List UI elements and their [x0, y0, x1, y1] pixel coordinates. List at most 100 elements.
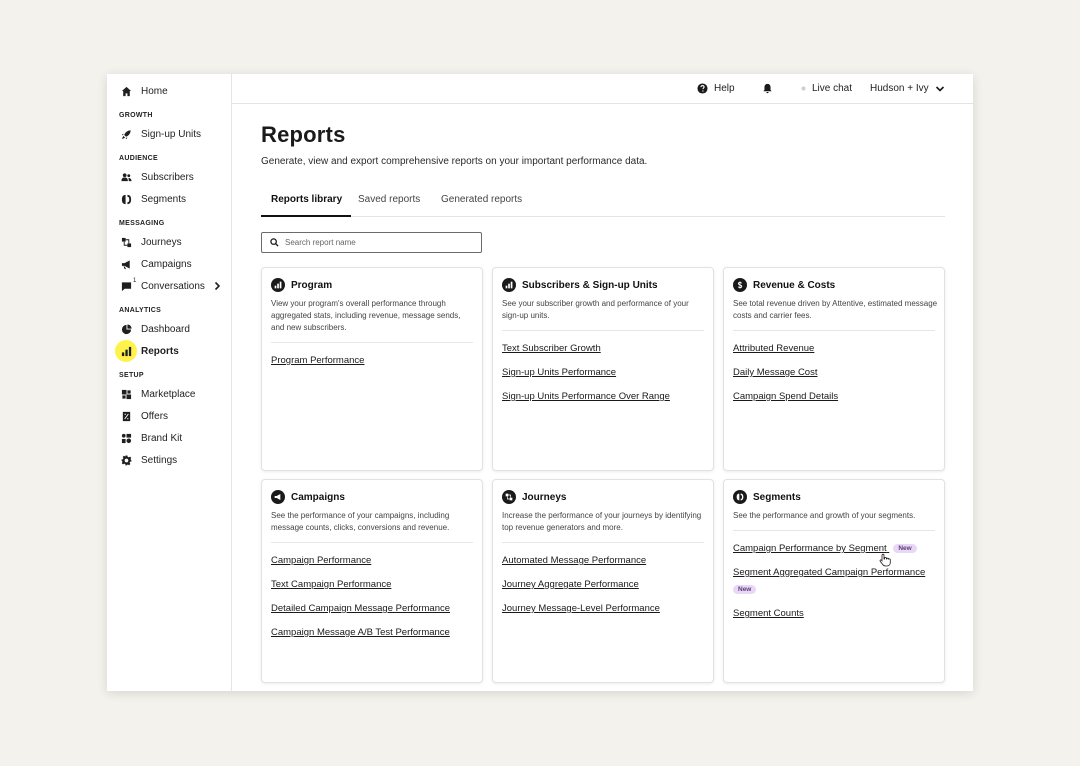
search-input[interactable]: [285, 238, 465, 247]
sidebar-item-campaigns[interactable]: Campaigns: [107, 254, 232, 274]
segment-icon: [733, 490, 747, 504]
hand-cursor-icon: [879, 553, 891, 567]
sidebar-item-label: Brand Kit: [141, 432, 183, 444]
section-label-analytics: ANALYTICS: [119, 307, 162, 314]
live-chat-button[interactable]: Live chat: [801, 83, 852, 94]
report-link-segment-counts[interactable]: Segment Counts: [733, 608, 804, 619]
sidebar-item-segments[interactable]: Segments: [107, 189, 232, 209]
card-header: Segments: [733, 490, 801, 504]
card-program: Program View your program's overall perf…: [261, 267, 483, 471]
report-link-journey-message-level[interactable]: Journey Message-Level Performance: [502, 603, 660, 614]
sidebar-item-label: Journeys: [141, 236, 182, 248]
card-subscribers: Subscribers & Sign-up Units See your sub…: [492, 267, 714, 471]
report-link-attributed-revenue[interactable]: Attributed Revenue: [733, 343, 814, 354]
report-link-detailed-campaign-message[interactable]: Detailed Campaign Message Performance: [271, 603, 450, 614]
sidebar-item-dashboard[interactable]: Dashboard: [107, 319, 232, 339]
sidebar-item-home[interactable]: Home: [107, 81, 232, 101]
card-title: Campaigns: [291, 491, 345, 503]
account-menu[interactable]: Hudson + Ivy: [870, 83, 945, 94]
card-divider: [502, 542, 704, 543]
sidebar-item-label: Subscribers: [141, 171, 194, 183]
gear-icon: [119, 453, 133, 467]
card-description: See your subscriber growth and performan…: [502, 299, 689, 320]
card-title: Journeys: [522, 491, 567, 503]
sidebar: Home GROWTH Sign-up Units AUDIENCE Subsc…: [107, 74, 232, 691]
report-link-signup-units-performance[interactable]: Sign-up Units Performance: [502, 367, 616, 378]
card-header: Revenue & Costs: [733, 278, 835, 292]
tab-reports-library[interactable]: Reports library: [261, 194, 352, 217]
report-link-signup-units-over-range[interactable]: Sign-up Units Performance Over Range: [502, 391, 670, 402]
page-description: Generate, view and export comprehensive …: [261, 156, 648, 167]
report-link-campaign-ab-test[interactable]: Campaign Message A/B Test Performance: [271, 627, 450, 638]
sidebar-item-reports[interactable]: Reports: [107, 340, 232, 362]
card-divider: [271, 342, 473, 343]
status-dot-icon: [801, 86, 806, 91]
card-revenue: Revenue & Costs See total revenue driven…: [723, 267, 945, 471]
card-divider: [502, 330, 704, 331]
section-label-messaging: MESSAGING: [119, 220, 165, 227]
search-icon: [270, 238, 279, 247]
sidebar-item-subscribers[interactable]: Subscribers: [107, 167, 232, 187]
bar-chart-icon: [115, 340, 137, 362]
sidebar-item-signup-units[interactable]: Sign-up Units: [107, 124, 232, 144]
report-link-program-performance[interactable]: Program Performance: [271, 355, 364, 366]
card-title: Revenue & Costs: [753, 279, 836, 291]
chevron-down-icon: [935, 85, 944, 92]
sidebar-item-marketplace[interactable]: Marketplace: [107, 384, 232, 404]
users-icon: [119, 170, 133, 184]
sidebar-item-conversations[interactable]: 1 Conversations: [107, 276, 232, 296]
dollar-icon: [733, 278, 747, 292]
report-link-label: Campaign Performance by Segment: [733, 543, 887, 554]
card-divider: [733, 530, 935, 531]
sidebar-item-offers[interactable]: Offers: [107, 406, 232, 426]
megaphone-icon: [271, 490, 285, 504]
card-description: See the performance and growth of your s…: [733, 511, 916, 520]
account-name: Hudson + Ivy: [870, 83, 929, 94]
card-campaigns: Campaigns See the performance of your ca…: [261, 479, 483, 683]
sidebar-item-label: Sign-up Units: [141, 128, 202, 140]
sidebar-item-label: Home: [141, 85, 168, 97]
conversations-count-badge: 1: [133, 278, 137, 284]
report-link-campaign-spend-details[interactable]: Campaign Spend Details: [733, 391, 838, 402]
sidebar-item-label: Marketplace: [141, 388, 196, 400]
card-description: See total revenue driven by Attentive, e…: [733, 299, 938, 320]
brand-kit-icon: [119, 431, 133, 445]
tab-saved-reports[interactable]: Saved reports: [358, 194, 420, 217]
journey-icon: [119, 235, 133, 249]
tab-bar: Reports library Saved reports Generated …: [261, 190, 945, 217]
sidebar-item-label: Reports: [141, 345, 179, 357]
report-link-journey-aggregate[interactable]: Journey Aggregate Performance: [502, 579, 639, 590]
section-label-audience: AUDIENCE: [119, 155, 158, 162]
sidebar-item-label: Conversations: [141, 280, 205, 292]
chevron-right-icon[interactable]: [212, 281, 222, 291]
report-link-segment-aggregated[interactable]: Segment Aggregated Campaign Performance: [733, 567, 925, 578]
tab-generated-reports[interactable]: Generated reports: [441, 194, 522, 217]
sidebar-item-settings[interactable]: Settings: [107, 450, 232, 470]
report-link-campaign-performance[interactable]: Campaign Performance: [271, 555, 371, 566]
card-title: Segments: [753, 491, 801, 503]
card-journeys: Journeys Increase the performance of you…: [492, 479, 714, 683]
report-link-text-campaign-performance[interactable]: Text Campaign Performance: [271, 579, 391, 590]
app-window: Home GROWTH Sign-up Units AUDIENCE Subsc…: [107, 74, 973, 691]
card-header: Campaigns: [271, 490, 345, 504]
rocket-icon: [119, 127, 133, 141]
offer-icon: [119, 409, 133, 423]
card-segments: Segments See the performance and growth …: [723, 479, 945, 683]
megaphone-icon: [119, 257, 133, 271]
segment-icon: [119, 192, 133, 206]
card-header: Subscribers & Sign-up Units: [502, 278, 658, 292]
chat-icon: [119, 279, 133, 293]
sidebar-item-journeys[interactable]: Journeys: [107, 232, 232, 252]
section-label-setup: SETUP: [119, 372, 144, 379]
report-link-text-subscriber-growth[interactable]: Text Subscriber Growth: [502, 343, 601, 354]
bar-chart-icon: [271, 278, 285, 292]
report-link-automated-message[interactable]: Automated Message Performance: [502, 555, 646, 566]
sidebar-item-brand-kit[interactable]: Brand Kit: [107, 428, 232, 448]
sidebar-item-label: Settings: [141, 454, 178, 466]
marketplace-icon: [119, 387, 133, 401]
notifications-button[interactable]: [762, 83, 779, 94]
new-badge: New: [893, 543, 917, 553]
help-button[interactable]: Help: [697, 83, 735, 94]
report-link-daily-message-cost[interactable]: Daily Message Cost: [733, 367, 817, 378]
pie-chart-icon: [119, 322, 133, 336]
